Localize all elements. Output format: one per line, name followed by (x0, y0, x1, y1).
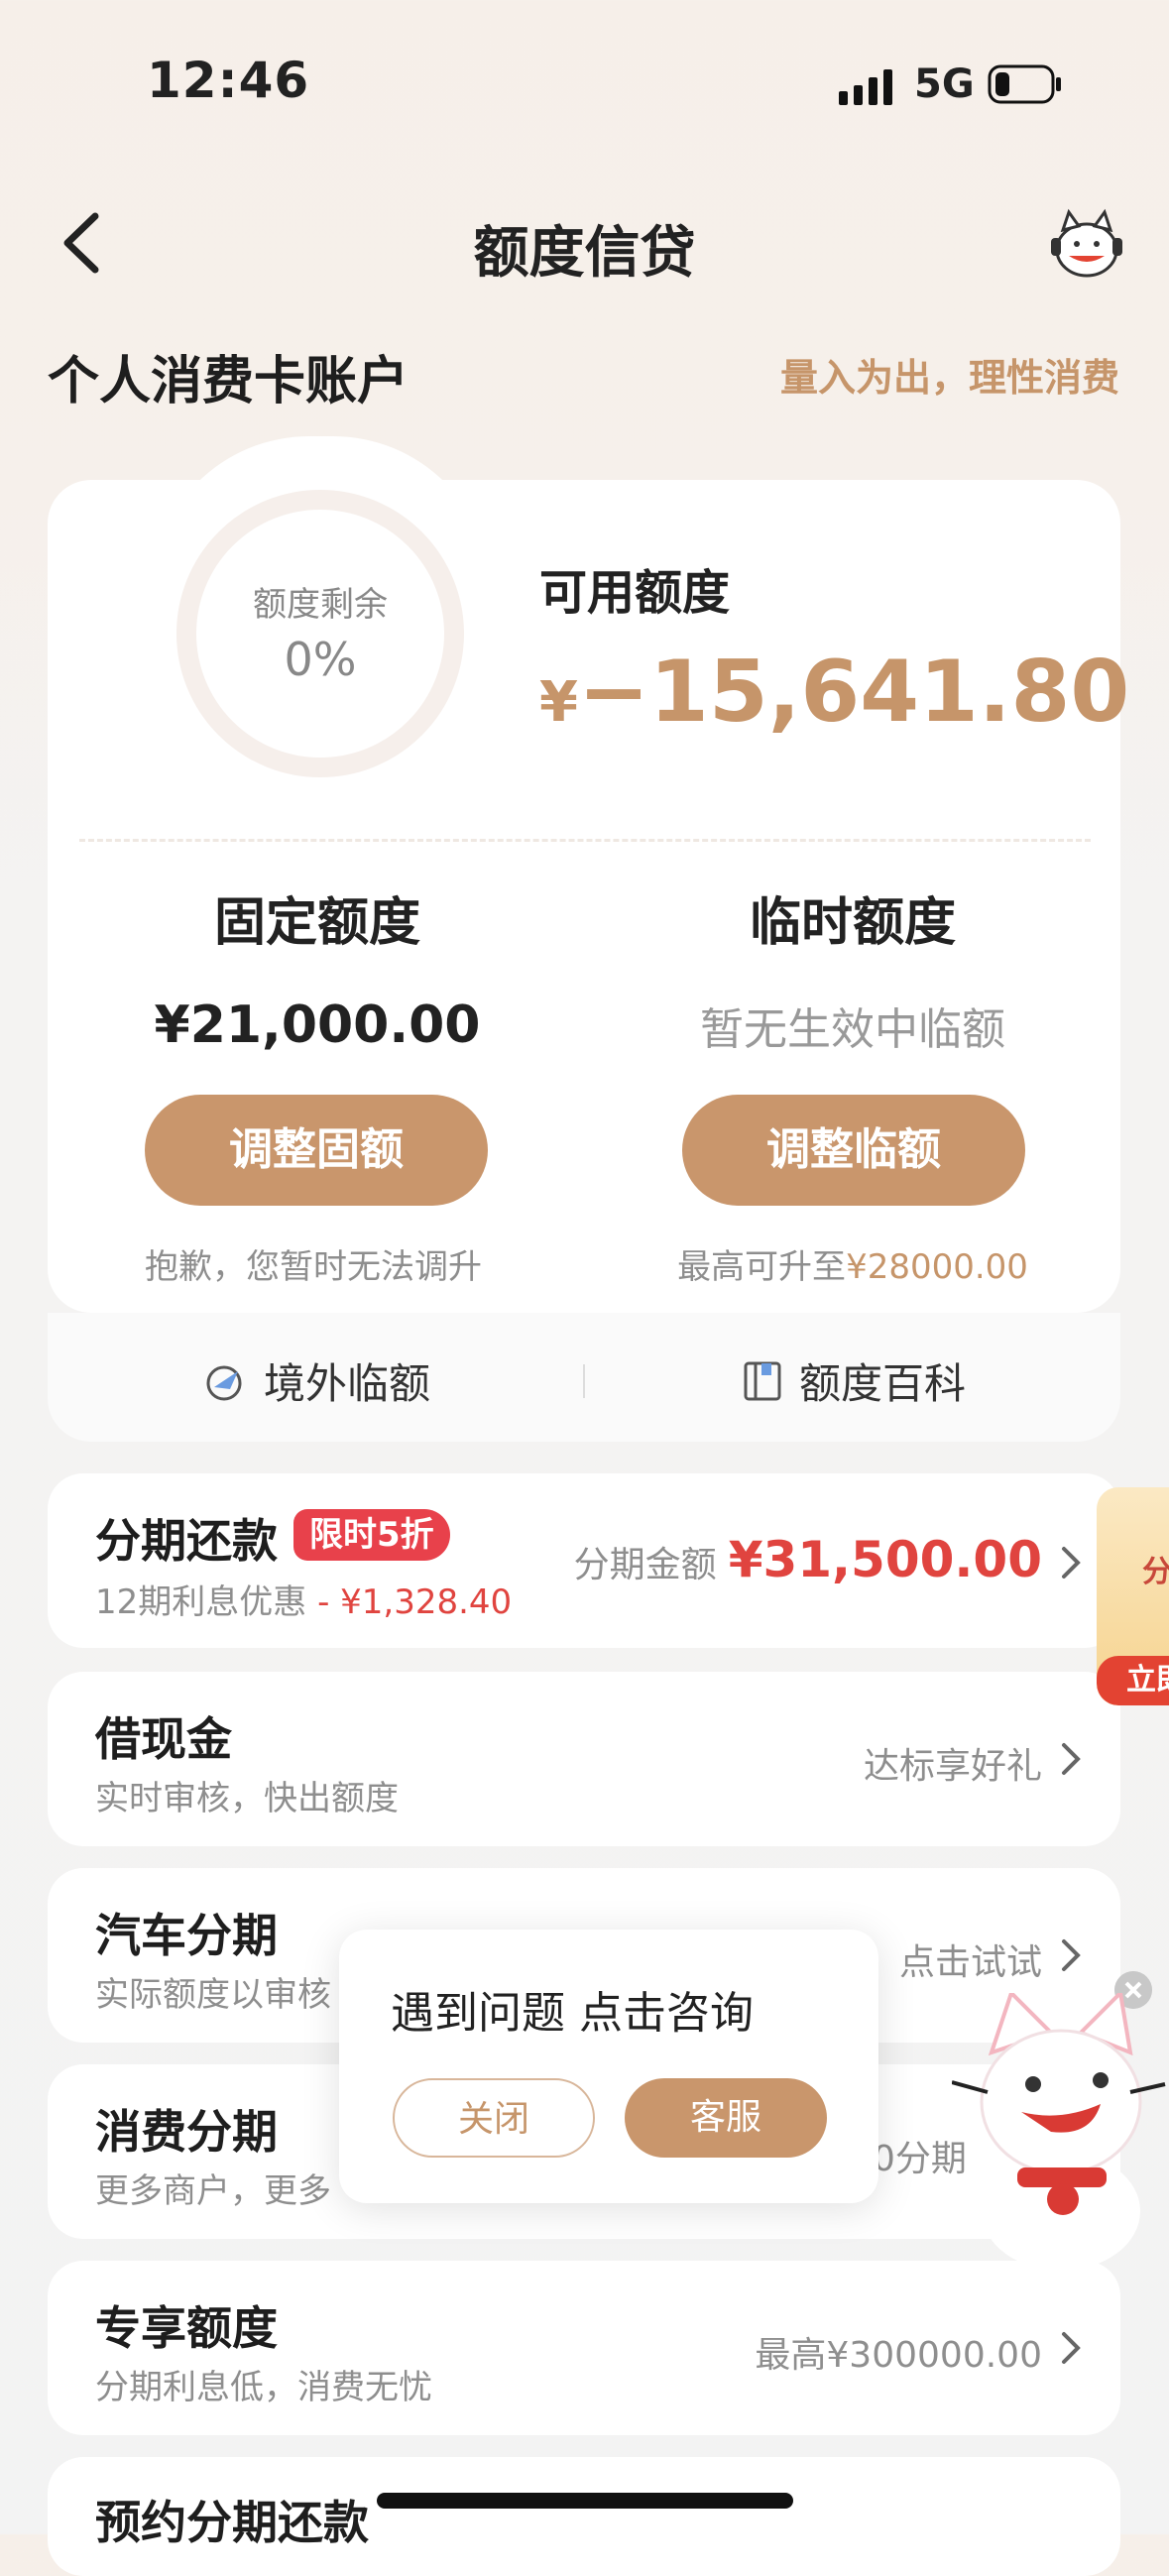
adjust-temp-button[interactable]: 调整临额 (682, 1095, 1025, 1206)
car-installment-subtitle: 实际额度以审核 (95, 1975, 331, 2015)
temp-title: 临时额度 (749, 893, 956, 953)
scheduled-repayment-title: 预约分期还款 (95, 2496, 369, 2549)
popup-message: 遇到问题 点击咨询 (391, 1988, 754, 2039)
available-currency: ¥ (539, 670, 578, 735)
installment-subtitle-text: 12期利息优惠 (95, 1582, 307, 1622)
promo-text: 分 (1142, 1555, 1169, 1589)
discount-badge: 限时5折 (293, 1509, 450, 1561)
temp-hint: 最高可升至¥28000.00 (595, 1239, 1111, 1288)
installment-amount-label: 分期金额 (573, 1545, 717, 1585)
adjust-fixed-button[interactable]: 调整固额 (145, 1095, 488, 1206)
account-title: 个人消费卡账户 (48, 352, 409, 411)
chevron-right-icon (1062, 1743, 1081, 1775)
chevron-right-icon (1062, 1547, 1081, 1579)
signal-icon (839, 69, 892, 105)
consumer-installment-title: 消费分期 (95, 2105, 278, 2159)
fixed-title: 固定额度 (213, 893, 420, 953)
page-title: 额度信贷 (473, 221, 696, 286)
installment-amount: 分期金额 ¥31,500.00 (574, 1531, 1042, 1588)
fixed-amount: ¥21,000.00 (154, 995, 481, 1055)
side-promo-banner[interactable]: 分 立即 (1097, 1487, 1169, 1705)
wiki-label: 额度百科 (799, 1359, 967, 1408)
overseas-link[interactable]: 境外临额 (204, 1350, 430, 1411)
book-icon (744, 1361, 781, 1400)
cash-loan-title: 借现金 (95, 1712, 232, 1766)
globe-plane-icon (206, 1365, 242, 1400)
available-value: ¥−15,641.80 (539, 643, 1129, 742)
mascot-service-icon[interactable] (1047, 208, 1126, 282)
installment-amount-value: ¥31,500.00 (728, 1531, 1042, 1588)
fixed-hint: 抱歉，您暂时无法调升 (145, 1247, 482, 1287)
status-time: 12:46 (147, 52, 310, 109)
available-label: 可用额度 (539, 565, 731, 621)
car-installment-right: 点击试试 (898, 1942, 1042, 1983)
chevron-right-icon (1062, 1939, 1081, 1971)
available-amount: −15,641.80 (577, 643, 1130, 742)
exclusive-credit-title: 专享额度 (95, 2301, 278, 2355)
cash-loan-subtitle: 实时审核，快出额度 (95, 1779, 399, 1818)
dashed-divider (79, 839, 1091, 842)
temp-status: 暂无生效中临额 (700, 1004, 1005, 1055)
cash-loan-right: 达标享好礼 (863, 1746, 1042, 1787)
installment-title: 分期还款 (95, 1514, 278, 1568)
network-label: 5G (914, 61, 975, 107)
installment-discount: - ¥1,328.40 (306, 1582, 513, 1622)
popup-close-button[interactable]: 关闭 (393, 2078, 595, 2158)
chevron-right-icon (1062, 2332, 1081, 2364)
temp-hint-prefix: 最高可升至 (677, 1247, 847, 1287)
overseas-label: 境外临额 (264, 1359, 431, 1408)
car-installment-title: 汽车分期 (95, 1909, 278, 1962)
home-indicator (377, 2493, 793, 2509)
promo-button[interactable]: 立即 (1097, 1656, 1169, 1705)
wiki-link[interactable]: 额度百科 (742, 1350, 966, 1411)
ring-value: 0% (284, 633, 357, 686)
ring-label: 额度剩余 (253, 585, 388, 625)
popup-service-button[interactable]: 客服 (625, 2078, 827, 2158)
link-separator (583, 1364, 585, 1398)
installment-subtitle: 12期利息优惠 - ¥1,328.40 (95, 1575, 512, 1623)
exclusive-credit-subtitle: 分期利息低，消费无忧 (95, 2368, 432, 2407)
help-popup (339, 1930, 878, 2203)
temp-hint-amount: ¥28000.00 (846, 1247, 1028, 1287)
exclusive-credit-right: 最高¥300000.00 (755, 2335, 1042, 2376)
mascot-assistant-icon[interactable] (952, 1993, 1169, 2271)
account-slogan: 量入为出，理性消费 (779, 356, 1119, 400)
battery-icon (988, 64, 1061, 104)
consumer-installment-subtitle: 更多商户，更多 (95, 2171, 331, 2211)
